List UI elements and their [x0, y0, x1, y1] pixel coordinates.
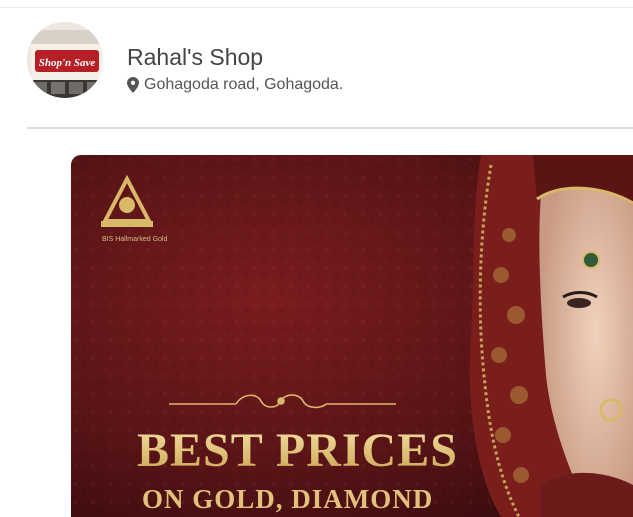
top-border — [0, 7, 633, 8]
shop-header: Shop'n Save Rahal's Shop Gohagoda road, … — [27, 22, 633, 100]
banner-headline: BEST PRICES — [137, 424, 458, 477]
shop-address-text: Gohagoda road, Gohagoda. — [144, 76, 344, 93]
banner-subline: ON GOLD, DIAMOND — [142, 484, 434, 514]
hallmark-caption: BIS Hallmarked Gold — [102, 236, 168, 243]
bride-image — [469, 155, 633, 517]
shop-page: Shop'n Save Rahal's Shop Gohagoda road, … — [0, 0, 633, 517]
promo-banner[interactable]: BIS Hallmarked Gold BEST PRICES ON GOLD,… — [71, 155, 633, 517]
avatar-sign-text: Shop'n Save — [39, 57, 96, 69]
shop-name[interactable]: Rahal's Shop — [127, 44, 263, 71]
storefront-image: Shop'n Save — [27, 22, 103, 98]
map-marker-icon — [127, 77, 139, 93]
shop-avatar[interactable]: Shop'n Save — [27, 22, 103, 98]
header-divider — [27, 127, 633, 129]
shop-address: Gohagoda road, Gohagoda. — [127, 76, 343, 94]
